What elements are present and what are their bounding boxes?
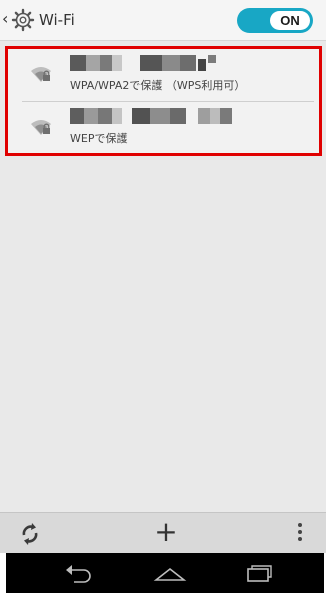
wifi-locked-icon — [31, 120, 51, 135]
gear-icon[interactable] — [11, 8, 35, 32]
page-title: Wi-Fi — [39, 11, 75, 29]
wifi-settings-screen: ‹ Wi-Fi ON WPA/WPA2で保護 （WPS利用可） WEPで保護 + — [0, 0, 326, 593]
network-ssid-redacted — [70, 55, 270, 73]
recent-apps-icon[interactable] — [244, 561, 274, 585]
network-security-label: WEPで保護 — [70, 132, 128, 145]
network-item[interactable]: WPA/WPA2で保護 （WPS利用可） — [8, 49, 319, 101]
toggle-label: ON — [270, 11, 310, 30]
network-ssid-redacted — [70, 108, 270, 126]
refresh-icon[interactable] — [18, 522, 42, 546]
overflow-menu-icon[interactable] — [296, 523, 304, 545]
home-icon[interactable] — [153, 561, 187, 585]
back-icon[interactable] — [62, 561, 92, 585]
navigation-bar — [6, 553, 324, 593]
network-item[interactable]: WEPで保護 — [8, 102, 319, 154]
wifi-locked-icon — [31, 67, 51, 82]
add-icon[interactable]: + — [151, 517, 181, 547]
bottom-toolbar: + — [0, 512, 326, 553]
action-bar: ‹ Wi-Fi ON — [0, 0, 326, 41]
network-security-label: WPA/WPA2で保護 （WPS利用可） — [70, 79, 246, 92]
wifi-toggle[interactable]: ON — [237, 8, 313, 33]
